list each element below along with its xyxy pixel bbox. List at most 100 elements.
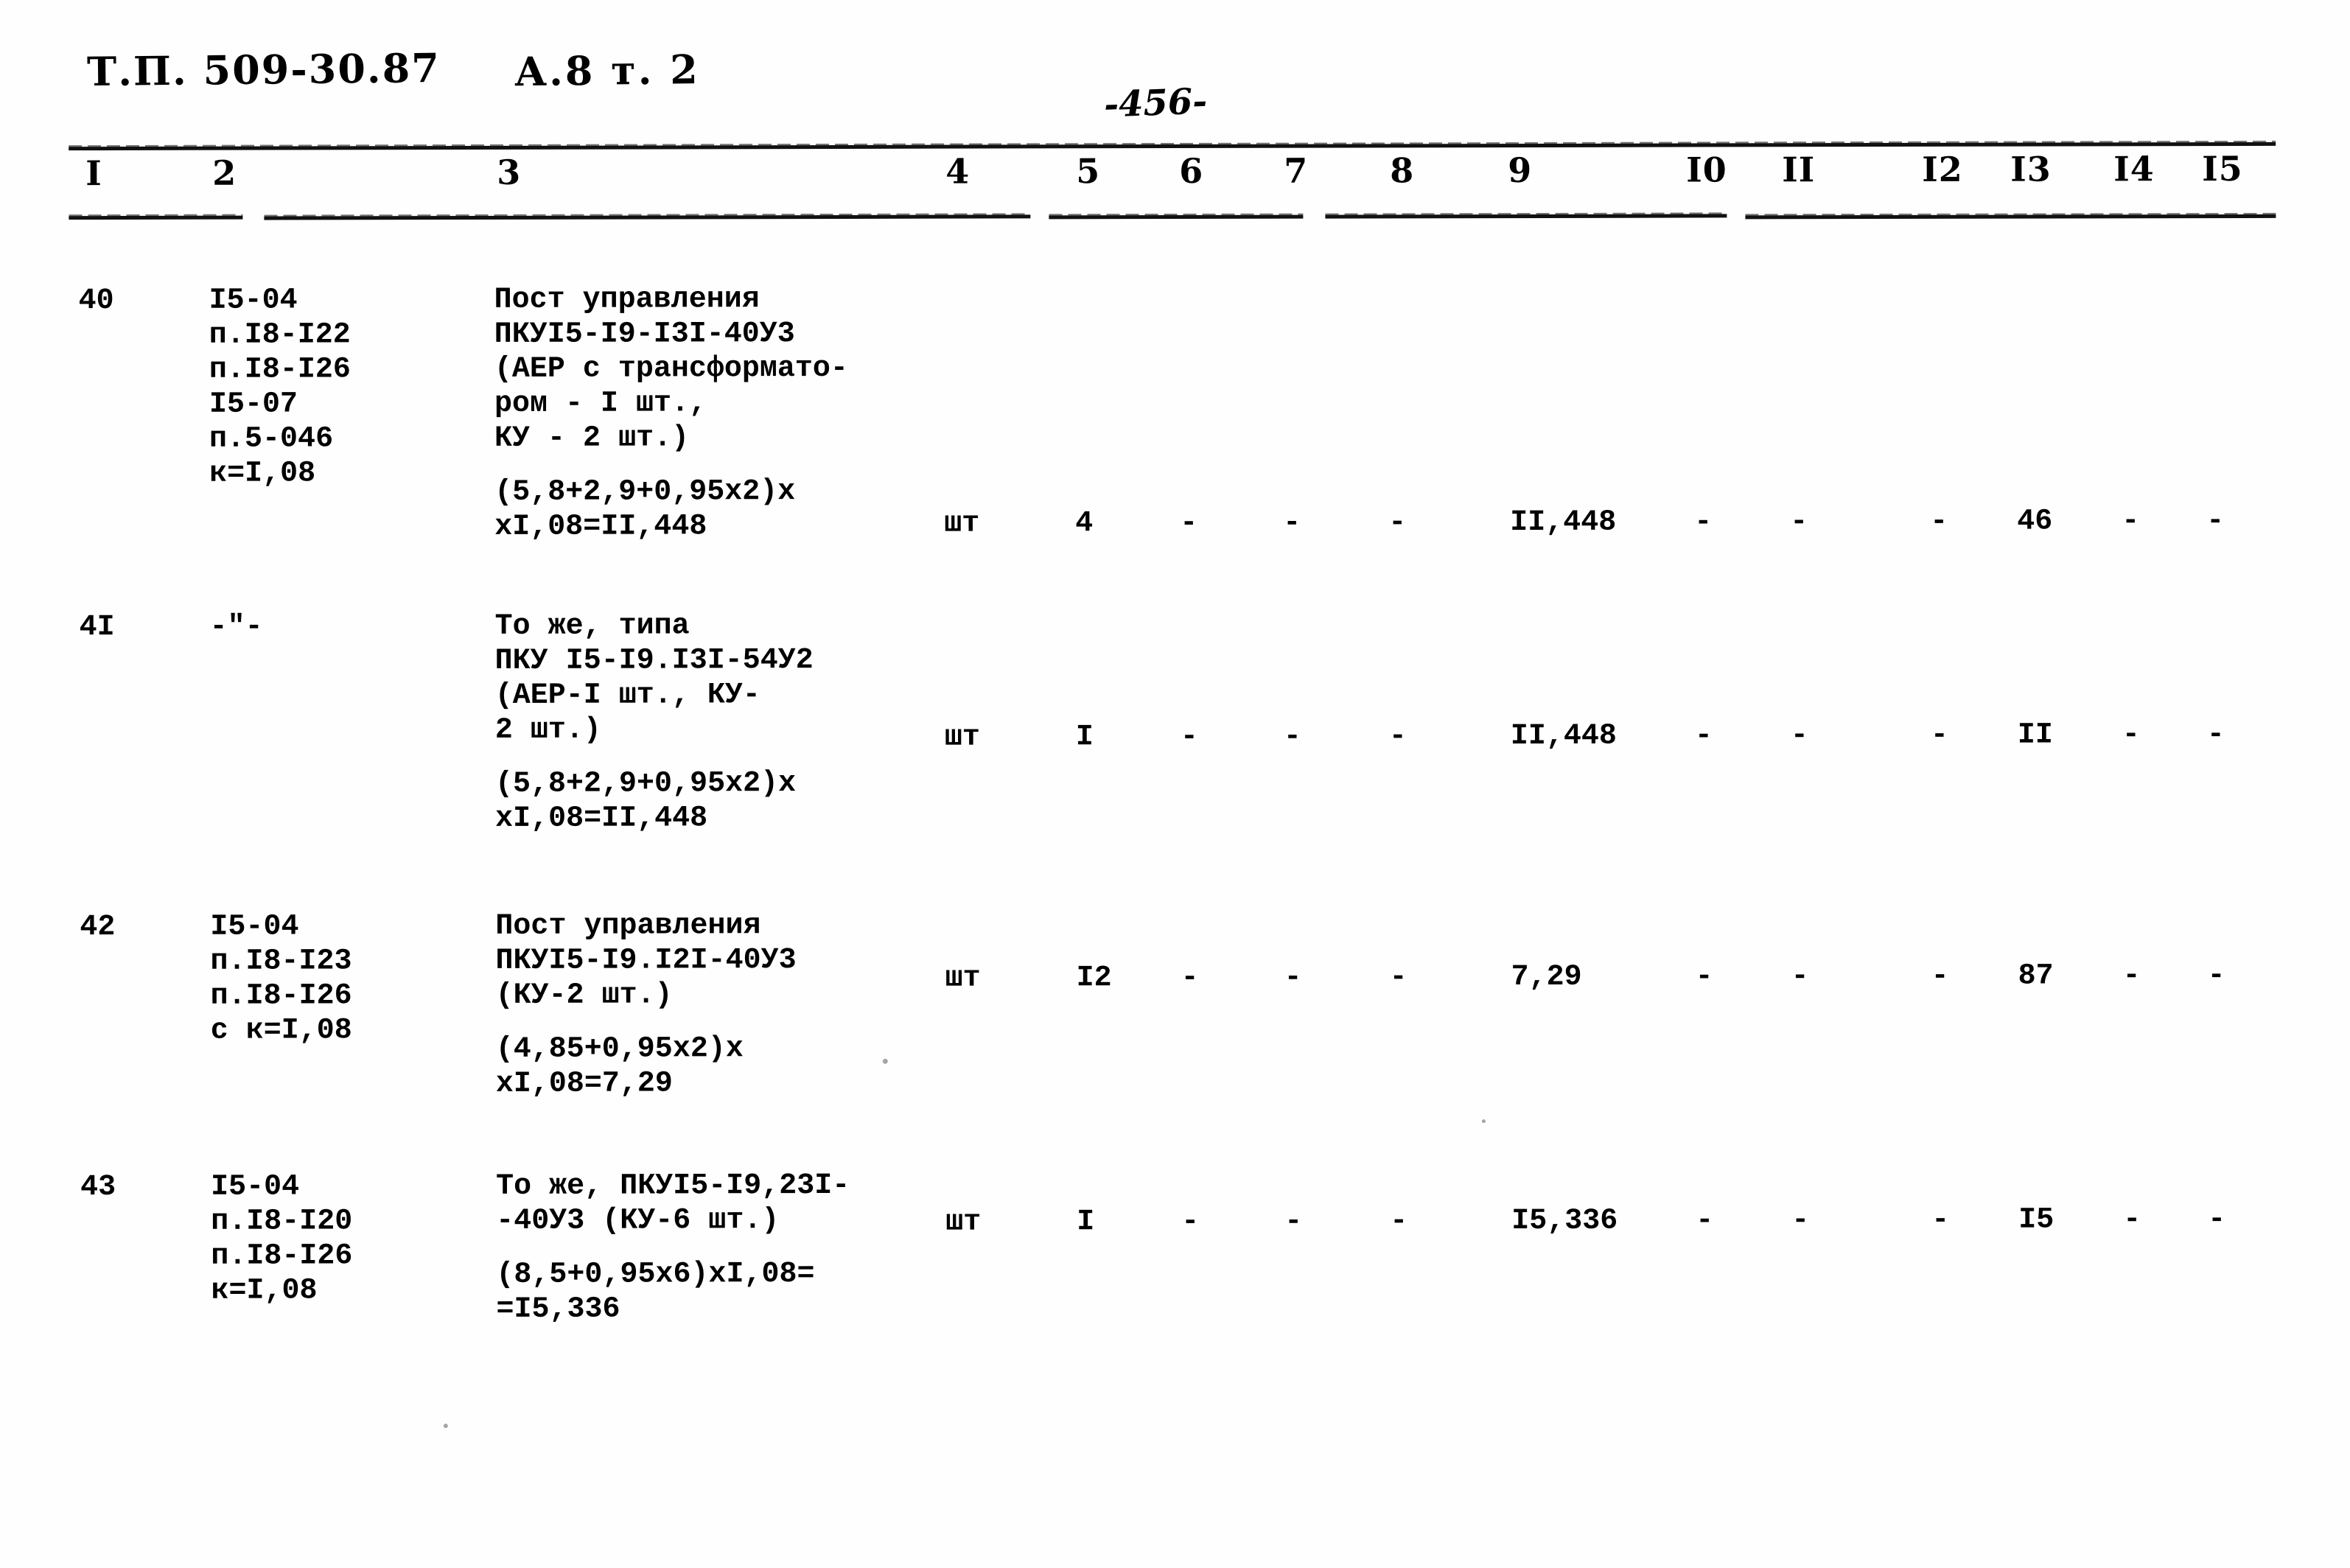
scan-speck	[443, 1424, 448, 1429]
row-col12: -	[1930, 505, 1948, 539]
column-header-8: 8	[1390, 150, 1415, 191]
row-col13: 87	[2018, 959, 2054, 993]
row-col11: -	[1790, 505, 1808, 539]
description-formula: (5,8+2,9+0,95х2)х хI,08=II,448	[494, 475, 796, 544]
row-unit: шт	[944, 507, 980, 541]
table-header-rule-b	[264, 214, 1031, 220]
row-description: Пост управления ПКУI5-I9.I2I-40У3 (КУ-2 …	[495, 909, 797, 1102]
row-col14: -	[2123, 1203, 2141, 1237]
row-description: То же, ПКУI5-I9,23I- -40У3 (КУ-6 шт.) (8,…	[496, 1169, 850, 1327]
column-header-1: I	[85, 153, 102, 194]
row-col7: -	[1283, 720, 1301, 754]
row-col13: 46	[2017, 505, 2053, 539]
scanned-page: Т.П. 509-30.87 А.8 т. 2 -456- I 2 3 4 5 …	[0, 0, 2350, 1566]
description-text: То же, типа ПКУ I5-I9.I3I-54У2 (АЕР-I шт…	[494, 609, 814, 747]
row-unit: шт	[945, 962, 981, 995]
description-text: То же, ПКУI5-I9,23I- -40У3 (КУ-6 шт.)	[496, 1169, 850, 1238]
row-col11: -	[1791, 1204, 1810, 1238]
table-header-rule-c	[1049, 214, 1304, 220]
row-unit: шт	[944, 721, 980, 755]
row-col15: -	[2206, 505, 2225, 539]
column-header-14: I4	[2113, 149, 2155, 189]
column-header-2: 2	[212, 153, 237, 193]
row-col12: -	[1931, 1203, 1950, 1237]
row-reference-codes: I5-04 п.I8-I20 п.I8-I26 к=I,08	[211, 1170, 353, 1308]
row-col9: 7,29	[1511, 960, 1582, 995]
row-col8: -	[1388, 506, 1407, 540]
row-col14: -	[2122, 718, 2140, 752]
row-description: То же, типа ПКУ I5-I9.I3I-54У2 (АЕР-I шт…	[495, 609, 814, 836]
row-reference-codes: I5-04 п.I8-I22 п.I8-I26 I5-07 п.5-046 к=…	[209, 284, 351, 491]
row-col5: I2	[1076, 962, 1112, 995]
row-col11: -	[1791, 960, 1809, 994]
scan-speck	[882, 1058, 888, 1064]
row-col14: -	[2122, 959, 2141, 993]
row-col6: -	[1180, 506, 1198, 540]
table-header-rule-e	[1745, 214, 2276, 220]
row-description: Пост управления ПКУI5-I9-I3I-40У3 (АЕР с…	[494, 282, 849, 545]
column-header-6: 6	[1179, 150, 1204, 191]
row-col15: -	[2208, 1203, 2226, 1237]
row-unit: шт	[945, 1205, 982, 1239]
row-col5: 4	[1075, 507, 1094, 541]
column-header-9: 9	[1508, 150, 1533, 191]
description-text: Пост управления ПКУI5-I9.I2I-40У3 (КУ-2 …	[495, 909, 797, 1012]
row-col10: -	[1694, 505, 1713, 539]
column-header-5: 5	[1076, 151, 1101, 192]
row-col7: -	[1284, 1205, 1303, 1239]
table-header-rule-a	[69, 215, 243, 220]
row-col5: I	[1075, 721, 1094, 755]
scan-speck	[1481, 1119, 1486, 1124]
row-col11: -	[1790, 719, 1808, 753]
document-code: Т.П. 509-30.87	[86, 43, 441, 96]
description-formula: (8,5+0,95х6)хI,08= =I5,336	[496, 1258, 815, 1326]
table-header-rule-d	[1325, 214, 1727, 219]
column-header-4: 4	[945, 151, 971, 192]
row-col10: -	[1696, 1204, 1714, 1238]
column-header-11: II	[1782, 150, 1816, 190]
description-formula: (5,8+2,9+0,95х2)х хI,08=II,448	[494, 767, 797, 836]
row-col8: -	[1390, 1205, 1408, 1239]
table-column-headers: I 2 3 4 5 6 7 8 9 I0 II I2 I3 I4 I5	[0, 0, 2349, 193]
row-number: 40	[78, 284, 114, 318]
row-number: 4I	[79, 611, 115, 645]
table-row: 42 I5-04 п.I8-I23 п.I8-I26 с к=I,08 Пост…	[0, 906, 2350, 1101]
row-col13: II	[2017, 718, 2053, 752]
column-header-3: 3	[497, 152, 522, 192]
row-col6: -	[1181, 1205, 1200, 1239]
row-col14: -	[2122, 505, 2140, 539]
row-col10: -	[1694, 719, 1713, 753]
row-number: 42	[80, 911, 116, 945]
table-row: 43 I5-04 п.I8-I20 п.I8-I26 к=I,08 То же,…	[1, 1166, 2350, 1326]
row-col6: -	[1181, 961, 1199, 995]
table-row: 40 I5-04 п.I8-I22 п.I8-I26 I5-07 п.5-046…	[0, 279, 2349, 544]
column-header-13: I3	[2010, 149, 2052, 189]
album-volume: А.8 т. 2	[514, 46, 701, 96]
row-col9: II,448	[1510, 505, 1617, 540]
table-row: 4I -"- То же, типа ПКУ I5-I9.I3I-54У2 (А…	[0, 606, 2349, 836]
row-col9: II,448	[1510, 719, 1617, 754]
row-col8: -	[1388, 720, 1407, 754]
row-col9: I5,336	[1511, 1204, 1618, 1239]
column-header-15: I5	[2202, 148, 2243, 189]
row-reference-codes: -"-	[209, 610, 263, 644]
column-header-10: I0	[1686, 150, 1727, 190]
row-col7: -	[1283, 506, 1301, 540]
column-header-12: I2	[1922, 149, 1963, 189]
description-formula: (4,85+0,95х2)х хI,08=7,29	[495, 1032, 744, 1101]
row-col7: -	[1284, 961, 1302, 995]
row-reference-codes: I5-04 п.I8-I23 п.I8-I26 с к=I,08	[210, 910, 352, 1048]
row-col6: -	[1180, 720, 1198, 754]
column-header-7: 7	[1284, 150, 1309, 191]
document-header: Т.П. 509-30.87 А.8 т. 2 -456-	[0, 42, 2349, 126]
page-number: -456-	[1103, 80, 1209, 126]
row-col8: -	[1389, 961, 1407, 995]
row-col15: -	[2207, 959, 2225, 993]
row-col15: -	[2206, 718, 2225, 752]
row-col5: I	[1077, 1205, 1095, 1239]
row-number: 43	[80, 1171, 116, 1205]
row-col10: -	[1695, 960, 1713, 994]
row-col12: -	[1930, 718, 1948, 752]
row-col13: I5	[2018, 1203, 2054, 1237]
row-col12: -	[1931, 959, 1949, 993]
